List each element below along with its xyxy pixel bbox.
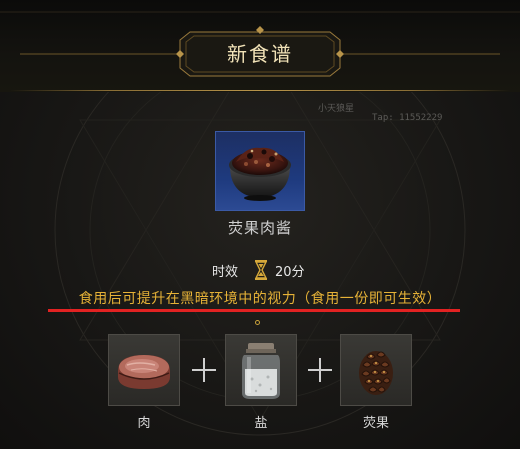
recipe-item-slot[interactable]: [215, 131, 305, 211]
watermark-tap-id: Tap: 11552229: [372, 113, 443, 123]
hourglass-icon: [254, 260, 268, 280]
meat-steak-icon: [118, 355, 170, 389]
meat-sauce-bowl-icon: [229, 147, 291, 201]
recipe-unlock-screen: 新食谱 小天狼星 Tap: 11552229 荧果肉酱 时效 20分 食用后可提…: [0, 0, 520, 449]
page-title: 新食谱: [227, 42, 293, 66]
ingredient-slot-meat[interactable]: [108, 334, 180, 406]
ingredient-label-meat: 肉: [137, 416, 151, 431]
title-frame: 新食谱: [190, 36, 330, 72]
plus-icon: [307, 357, 333, 383]
effect-highlight-underline: [48, 309, 460, 312]
effect-description: 食用后可提升在黑暗环境中的视力（食用一份即可生效）: [78, 291, 442, 307]
title-divider: [10, 90, 510, 91]
recipe-name: 荧果肉酱: [227, 219, 292, 237]
ingredient-label-salt: 盐: [254, 416, 268, 431]
salt-jar-icon: [242, 343, 280, 399]
page-indicator-dot: [255, 320, 260, 325]
ingredient-label-glowfruit: 荧果: [362, 416, 389, 431]
title-bar: 新食谱: [0, 0, 520, 92]
ingredient-slot-glowfruit[interactable]: [340, 334, 412, 406]
duration-row: 时效 20分: [160, 260, 360, 280]
glowfruit-pinecone-icon: [359, 351, 393, 395]
plus-icon: [191, 357, 217, 383]
ingredient-slot-salt[interactable]: [225, 334, 297, 406]
duration-value: 20分: [275, 265, 305, 280]
duration-label: 时效: [212, 265, 239, 280]
watermark-name: 小天狼星: [318, 104, 355, 114]
